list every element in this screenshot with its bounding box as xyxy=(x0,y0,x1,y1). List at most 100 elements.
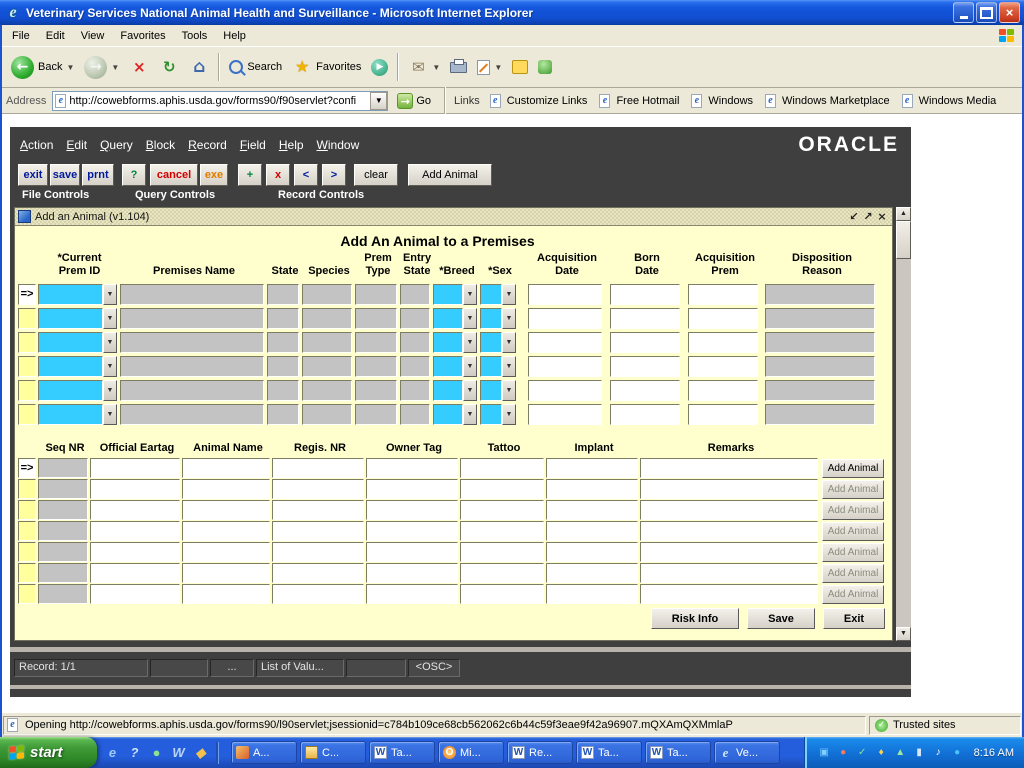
sex-lov-button[interactable]: ▼ xyxy=(502,332,516,353)
record-indicator[interactable] xyxy=(18,356,36,377)
regis-nr-field[interactable] xyxy=(272,500,364,520)
row-add-animal-button[interactable]: Add Animal xyxy=(822,459,884,478)
current-prem-id-lov-button[interactable]: ▼ xyxy=(103,308,117,329)
edit-button[interactable]: ▼ xyxy=(472,58,507,77)
implant-field[interactable] xyxy=(546,500,638,520)
acquisition-date-field[interactable] xyxy=(528,284,602,305)
link-windows[interactable]: eWindows xyxy=(685,94,759,108)
favorites-button[interactable]: ★ Favorites xyxy=(287,55,366,79)
oracle-menu-record[interactable]: Record xyxy=(188,138,227,152)
record-indicator[interactable] xyxy=(18,521,36,541)
sex-field[interactable] xyxy=(480,404,502,425)
animal-name-field[interactable] xyxy=(182,584,270,604)
record-indicator[interactable] xyxy=(18,584,36,604)
tray-icon-1[interactable]: ▣ xyxy=(817,745,832,760)
remarks-field[interactable] xyxy=(640,479,818,499)
start-button[interactable]: start xyxy=(0,737,97,768)
address-dropdown-button[interactable]: ▼ xyxy=(370,92,387,110)
official-eartag-field[interactable] xyxy=(90,521,180,541)
acquisition-prem-field[interactable] xyxy=(688,308,758,329)
breed-field[interactable] xyxy=(433,404,463,425)
owner-tag-field[interactable] xyxy=(366,584,458,604)
record-indicator[interactable]: => xyxy=(18,284,36,305)
owner-tag-field[interactable] xyxy=(366,563,458,583)
window-minimize-button[interactable]: ↙ xyxy=(847,210,861,224)
animal-name-field[interactable] xyxy=(182,479,270,499)
menu-edit[interactable]: Edit xyxy=(38,28,73,44)
exit-button[interactable]: exit xyxy=(18,164,48,186)
acquisition-prem-field[interactable] xyxy=(688,332,758,353)
tattoo-field[interactable] xyxy=(460,542,544,562)
help-button[interactable]: ? xyxy=(122,164,146,186)
media-button[interactable]: ▶ xyxy=(366,57,393,78)
record-indicator[interactable] xyxy=(18,308,36,329)
print-button[interactable] xyxy=(445,60,472,75)
quick-launch-item-2[interactable]: ? xyxy=(126,744,143,761)
owner-tag-field[interactable] xyxy=(366,479,458,499)
record-indicator[interactable] xyxy=(18,563,36,583)
regis-nr-field[interactable] xyxy=(272,563,364,583)
remarks-field[interactable] xyxy=(640,500,818,520)
born-date-field[interactable] xyxy=(610,284,680,305)
address-input[interactable]: e http://cowebforms.aphis.usda.gov/forms… xyxy=(52,91,388,111)
official-eartag-field[interactable] xyxy=(90,542,180,562)
breed-lov-button[interactable]: ▼ xyxy=(463,308,477,329)
tray-icon-7[interactable]: ♪ xyxy=(931,745,946,760)
acquisition-date-field[interactable] xyxy=(528,380,602,401)
owner-tag-field[interactable] xyxy=(366,542,458,562)
current-prem-id-lov-button[interactable]: ▼ xyxy=(103,380,117,401)
sex-field[interactable] xyxy=(480,332,502,353)
sex-field[interactable] xyxy=(480,356,502,377)
implant-field[interactable] xyxy=(546,479,638,499)
sex-field[interactable] xyxy=(480,308,502,329)
acquisition-date-field[interactable] xyxy=(528,404,602,425)
insert-record-button[interactable]: + xyxy=(238,164,262,186)
tray-icon-6[interactable]: ▮ xyxy=(912,745,927,760)
minimize-button[interactable] xyxy=(953,2,974,23)
regis-nr-field[interactable] xyxy=(272,479,364,499)
link-windows-marketplace[interactable]: eWindows Marketplace xyxy=(759,94,896,108)
cancel-button[interactable]: cancel xyxy=(150,164,198,186)
breed-lov-button[interactable]: ▼ xyxy=(463,356,477,377)
current-prem-id-field[interactable] xyxy=(38,404,103,425)
record-indicator[interactable] xyxy=(18,479,36,499)
go-button[interactable]: → Go xyxy=(393,92,435,110)
remarks-field[interactable] xyxy=(640,563,818,583)
animal-name-field[interactable] xyxy=(182,542,270,562)
scroll-down-button[interactable]: ▼ xyxy=(896,627,911,641)
owner-tag-field[interactable] xyxy=(366,500,458,520)
save-form-button[interactable]: Save xyxy=(747,608,815,629)
owner-tag-field[interactable] xyxy=(366,458,458,478)
acquisition-prem-field[interactable] xyxy=(688,380,758,401)
taskbar-button[interactable]: WRe... xyxy=(507,741,573,764)
breed-field[interactable] xyxy=(433,380,463,401)
acquisition-date-field[interactable] xyxy=(528,356,602,377)
oracle-menu-query[interactable]: Query xyxy=(100,138,133,152)
official-eartag-field[interactable] xyxy=(90,563,180,583)
current-prem-id-field[interactable] xyxy=(38,332,103,353)
born-date-field[interactable] xyxy=(610,308,680,329)
oracle-menu-window[interactable]: Window xyxy=(317,138,360,152)
tray-icon-8[interactable]: ● xyxy=(950,745,965,760)
oracle-menu-block[interactable]: Block xyxy=(146,138,175,152)
scroll-thumb[interactable] xyxy=(896,221,911,259)
record-indicator[interactable] xyxy=(18,332,36,353)
tray-icon-4[interactable]: ♦ xyxy=(874,745,889,760)
acquisition-date-field[interactable] xyxy=(528,308,602,329)
tray-icon-2[interactable]: ● xyxy=(836,745,851,760)
official-eartag-field[interactable] xyxy=(90,584,180,604)
current-prem-id-field[interactable] xyxy=(38,308,103,329)
stop-button[interactable]: × xyxy=(124,55,154,79)
taskbar-button[interactable]: WTa... xyxy=(576,741,642,764)
regis-nr-field[interactable] xyxy=(272,542,364,562)
animal-name-field[interactable] xyxy=(182,500,270,520)
menu-favorites[interactable]: Favorites xyxy=(112,28,173,44)
window-restore-button[interactable]: ↗ xyxy=(861,210,875,224)
current-prem-id-field[interactable] xyxy=(38,356,103,377)
sex-lov-button[interactable]: ▼ xyxy=(502,284,516,305)
tray-icon-3[interactable]: ✓ xyxy=(855,745,870,760)
oracle-menu-action[interactable]: Action xyxy=(20,138,53,152)
taskbar-button[interactable]: WTa... xyxy=(645,741,711,764)
tattoo-field[interactable] xyxy=(460,479,544,499)
breed-lov-button[interactable]: ▼ xyxy=(463,380,477,401)
